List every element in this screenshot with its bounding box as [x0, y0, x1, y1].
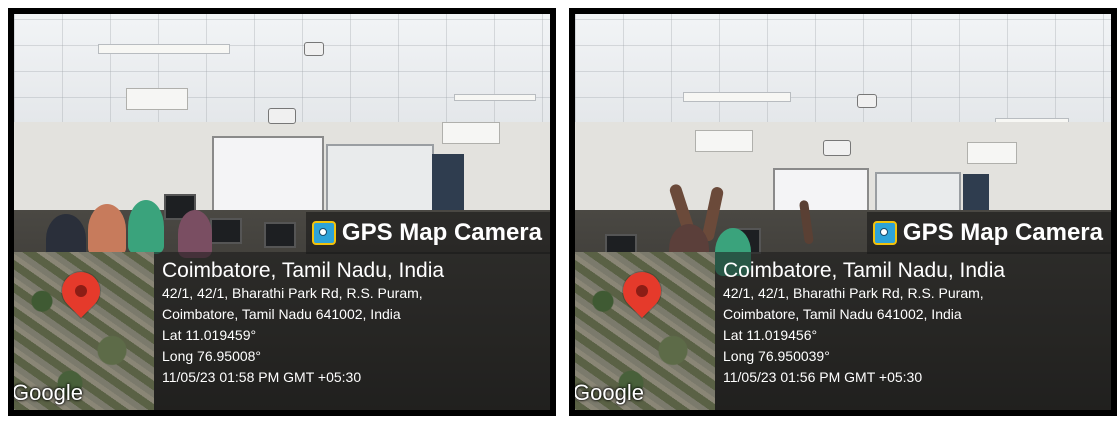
student: [178, 210, 212, 258]
address-line-1: 42/1, 42/1, Bharathi Park Rd, R.S. Puram…: [723, 285, 984, 301]
air-conditioner: [442, 122, 500, 144]
location-info-panel: Coimbatore, Tamil Nadu, India 42/1, 42/1…: [715, 252, 1111, 410]
air-conditioner: [967, 142, 1017, 164]
classroom-scene: GPS Map Camera Google Coimbatore, Tamil …: [14, 14, 550, 410]
location-pin-center: [75, 285, 87, 297]
app-title-bar: GPS Map Camera: [866, 212, 1111, 254]
map-thumbnail: Google: [575, 252, 715, 410]
location-pin-center: [636, 285, 648, 297]
longitude: Long 76.95008°: [162, 348, 262, 364]
projector-mount: [304, 42, 324, 56]
monitor: [210, 218, 242, 244]
location-title: Coimbatore, Tamil Nadu, India: [723, 259, 1006, 282]
projector: [823, 140, 851, 156]
ceiling-light: [98, 44, 230, 54]
location-info-panel: Coimbatore, Tamil Nadu, India 42/1, 42/1…: [154, 252, 550, 410]
app-title: GPS Map Camera: [341, 219, 542, 246]
student: [128, 200, 164, 254]
air-conditioner: [695, 130, 753, 152]
projector: [268, 108, 296, 124]
camera-app-icon: [872, 221, 897, 245]
app-title: GPS Map Camera: [902, 219, 1103, 246]
classroom-scene: GPS Map Camera Google Coimbatore, Tamil …: [575, 14, 1111, 410]
address-line-2: Coimbatore, Tamil Nadu 641002, India: [723, 306, 962, 322]
timestamp: 11/05/23 01:56 PM GMT +05:30: [723, 369, 923, 385]
monitor: [264, 222, 296, 248]
google-logo: Google: [575, 380, 644, 405]
app-title-bar: GPS Map Camera: [305, 212, 550, 254]
geotagged-photo-left: GPS Map Camera Google Coimbatore, Tamil …: [8, 8, 556, 416]
map-thumbnail: Google: [14, 252, 154, 410]
ceiling-light: [683, 92, 791, 102]
latitude: Lat 11.019459°: [162, 327, 257, 343]
google-logo: Google: [14, 380, 83, 405]
address-line-2: Coimbatore, Tamil Nadu 641002, India: [162, 306, 401, 322]
latitude: Lat 11.019456°: [723, 327, 818, 343]
camera-app-icon: [311, 221, 336, 245]
ceiling: [575, 14, 1111, 124]
air-conditioner: [126, 88, 188, 110]
ceiling-light: [454, 94, 536, 101]
timestamp: 11/05/23 01:58 PM GMT +05:30: [162, 369, 362, 385]
student: [88, 204, 126, 256]
projector-mount: [857, 94, 877, 108]
address-line-1: 42/1, 42/1, Bharathi Park Rd, R.S. Puram…: [162, 285, 423, 301]
longitude: Long 76.950039°: [723, 348, 830, 364]
location-title: Coimbatore, Tamil Nadu, India: [162, 259, 445, 282]
geotagged-photo-right: GPS Map Camera Google Coimbatore, Tamil …: [569, 8, 1117, 416]
whiteboard: [326, 144, 434, 218]
